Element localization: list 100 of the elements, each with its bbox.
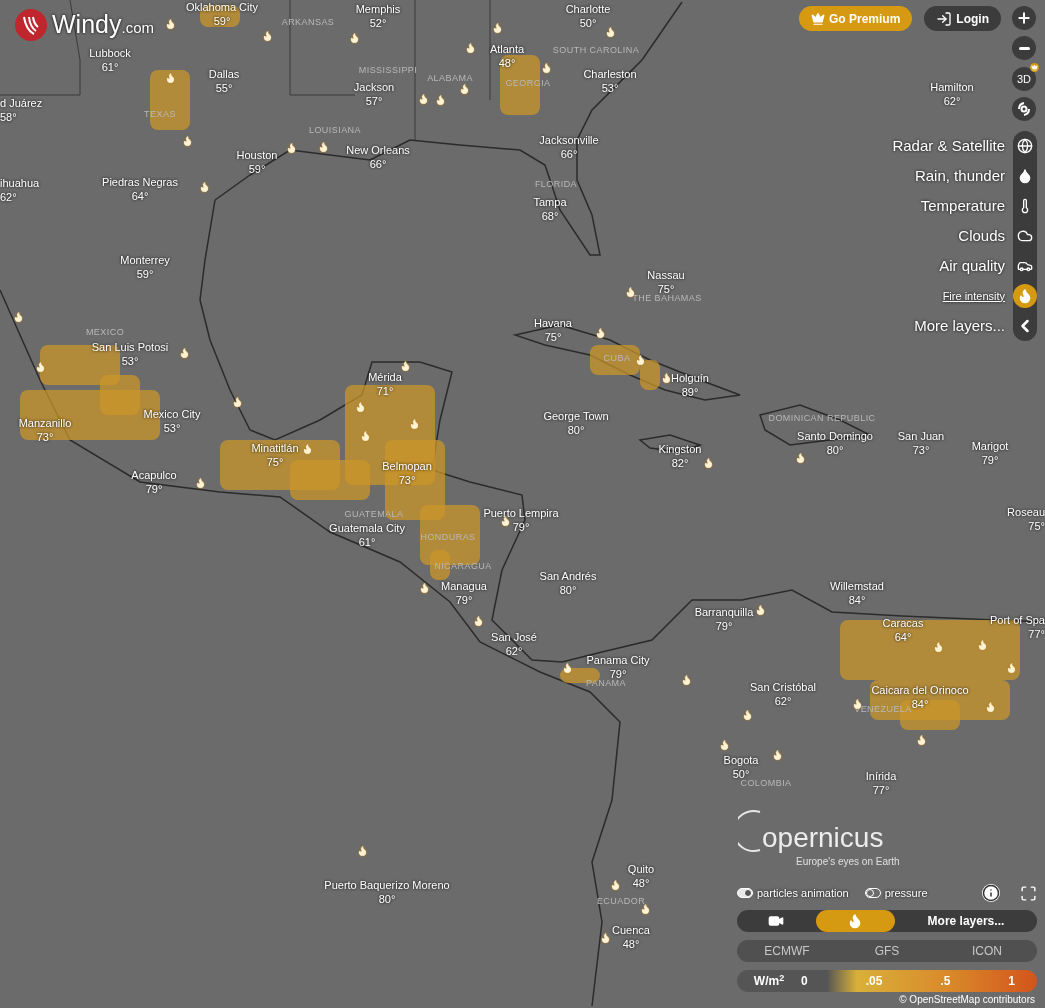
city-name: Lubbock [89, 46, 131, 60]
fire-icon [562, 662, 573, 674]
layer-menu-item[interactable]: Radar & Satellite [892, 131, 1013, 161]
hurricane-button[interactable] [1012, 97, 1036, 122]
fire-icon [232, 396, 243, 408]
city-temperature: 80° [559, 583, 577, 597]
toggle-switch[interactable]: particles animation [737, 884, 849, 902]
fire-icon [772, 749, 783, 761]
city-name: ihuahua [0, 176, 40, 190]
fire-icon [465, 42, 476, 54]
region-label: LOUISIANA [308, 124, 362, 137]
fire-icon [635, 354, 646, 366]
fire-icon [35, 361, 46, 373]
fire-icon [318, 141, 329, 153]
mode-button[interactable] [815, 910, 895, 932]
city-name: Belmopan [382, 459, 432, 473]
city-temperature: 66° [369, 157, 387, 171]
city-temperature: 50° [579, 16, 597, 30]
drop-icon [1017, 168, 1033, 184]
city-name: San José [491, 630, 537, 644]
city-temperature: 59° [136, 267, 154, 281]
layer-menu-item[interactable]: Temperature [920, 191, 1013, 221]
city-temperature: 79° [455, 593, 473, 607]
city-name: Charleston [583, 67, 637, 81]
region-label: THE BAHAMAS [632, 293, 702, 305]
zoom-in-button[interactable] [1012, 6, 1036, 30]
fire-icon [182, 135, 193, 147]
info-icon[interactable] [982, 884, 1000, 902]
layer-menu-item[interactable]: Rain, thunder [914, 161, 1013, 191]
fullscreen-icon[interactable] [1020, 884, 1037, 902]
city-temperature: 64° [131, 189, 149, 203]
city-name: Hamilton [930, 80, 974, 94]
fire-icon [610, 879, 621, 891]
city-temperature: 57° [365, 94, 383, 108]
city-name: Port of Spa [989, 613, 1045, 627]
fire-icon [179, 347, 190, 359]
layer-icon-button[interactable] [1013, 284, 1037, 308]
city-name: Acapulco [131, 468, 177, 482]
login-button[interactable]: Login [924, 6, 1001, 31]
city-temperature: 75° [544, 330, 562, 344]
city-name: Mérida [368, 370, 402, 384]
city-temperature: 59° [248, 162, 266, 176]
layer-menu-item[interactable]: More layers... [914, 311, 1013, 341]
city-name: San Andrés [539, 569, 597, 583]
region-label: ALABAMA [427, 72, 473, 85]
layer-menu-item[interactable]: Fire intensity [942, 281, 1013, 311]
fire-icon [165, 72, 176, 84]
city-temperature: 79° [609, 667, 627, 680]
3d-button[interactable]: 3D [1012, 67, 1036, 92]
city-temperature: 89° [681, 385, 699, 399]
city-name: Piedras Negras [102, 175, 178, 189]
city-temperature: 50° [732, 767, 750, 780]
fire-icon [419, 582, 430, 594]
layer-menu-item[interactable]: Clouds [958, 221, 1013, 251]
fire-icon [473, 615, 484, 627]
city-temperature: 82° [671, 456, 689, 470]
plus-icon [1016, 10, 1032, 26]
attribution-text: © OpenStreetMap contributors [899, 993, 1035, 1007]
fire-icon [400, 360, 411, 372]
city-name: Bogota [723, 753, 759, 767]
legend-tick: .05 [865, 973, 883, 990]
layer-menu-item[interactable]: Air quality [939, 251, 1013, 281]
city-temperature: 80° [567, 423, 585, 437]
city-temperature: 75° [657, 282, 675, 295]
city-name: Roseau [1007, 505, 1045, 519]
fire-icon [418, 93, 429, 105]
hurricane-icon [1017, 102, 1031, 117]
city-temperature: 62° [505, 644, 523, 658]
region-label: SOUTH CAROLINA [552, 44, 640, 57]
fire-icon [492, 22, 503, 34]
city-temperature: 59° [213, 14, 231, 28]
region-label: COLOMBIA [740, 778, 792, 790]
cloud-icon [1017, 228, 1033, 244]
city-temperature: 84° [911, 697, 929, 710]
city-temperature: 73° [398, 473, 416, 487]
model-button[interactable]: ECMWF [737, 940, 837, 962]
city-temperature: 79° [981, 453, 999, 467]
city-name: Atlanta [489, 42, 525, 56]
model-button[interactable]: ICON [937, 940, 1037, 962]
toggle-switch[interactable]: pressure [864, 884, 928, 902]
region-label: ARKANSAS [281, 16, 335, 29]
fire-icon [459, 83, 470, 95]
city-name: Willemstad [830, 579, 884, 593]
region-label: GEORGIA [505, 77, 551, 90]
city-temperature: 79° [512, 520, 530, 534]
city-temperature: 84° [848, 593, 866, 607]
flame-icon [1017, 288, 1033, 304]
city-name: Minatitlán [251, 441, 299, 455]
globe-icon [1017, 138, 1033, 154]
mode-button[interactable]: More layers... [894, 910, 1037, 932]
city-name: Cuenca [612, 923, 650, 937]
city-temperature: 53° [121, 354, 139, 368]
city-temperature: 77° [1028, 627, 1045, 641]
model-button[interactable]: GFS [837, 940, 937, 962]
zoom-out-button[interactable] [1012, 36, 1036, 60]
partner-wordmark: opernicus [762, 822, 884, 854]
city-name: Jackson [353, 80, 395, 94]
city-name: Manzanillo [18, 416, 72, 430]
logo-text: Windy.com [52, 9, 154, 40]
city-name: Caracas [882, 616, 924, 630]
